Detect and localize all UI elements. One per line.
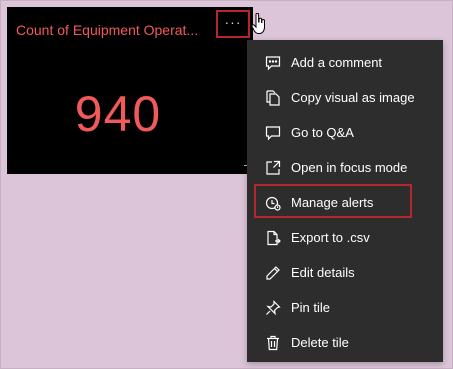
comment-icon	[263, 53, 283, 73]
menu-item-label: Manage alerts	[291, 195, 374, 210]
menu-item-add-comment[interactable]: Add a comment	[247, 45, 443, 80]
menu-item-export-csv[interactable]: Export to .csv	[247, 220, 443, 255]
menu-item-label: Delete tile	[291, 335, 349, 350]
pencil-icon	[263, 263, 283, 283]
tile-title: Count of Equipment Operat...	[16, 22, 199, 38]
export-file-icon	[263, 228, 283, 248]
menu-item-label: Copy visual as image	[291, 90, 415, 105]
menu-item-label: Pin tile	[291, 300, 331, 315]
menu-item-go-to-qa[interactable]: Go to Q&A	[247, 115, 443, 150]
menu-item-label: Open in focus mode	[291, 160, 408, 175]
menu-item-edit-details[interactable]: Edit details	[247, 255, 443, 290]
menu-item-label: Add a comment	[291, 55, 383, 70]
qa-icon	[263, 123, 283, 143]
context-menu: Add a comment Copy visual as image Go to…	[247, 40, 443, 362]
hand-cursor-icon	[251, 13, 265, 34]
copy-icon	[263, 88, 283, 108]
menu-item-label: Export to .csv	[291, 230, 370, 245]
menu-item-delete-tile[interactable]: Delete tile	[247, 325, 443, 360]
menu-item-manage-alerts[interactable]: Manage alerts	[247, 185, 443, 220]
menu-item-label: Edit details	[291, 265, 355, 280]
tile-value: 940	[74, 86, 162, 142]
menu-item-label: Go to Q&A	[291, 125, 354, 140]
menu-item-focus-mode[interactable]: Open in focus mode	[247, 150, 443, 185]
trash-icon	[263, 333, 283, 353]
alert-clock-icon	[263, 193, 283, 213]
more-options-button[interactable]: ···	[216, 10, 250, 38]
menu-item-pin-tile[interactable]: Pin tile	[247, 290, 443, 325]
focus-mode-icon	[263, 158, 283, 178]
pin-icon	[263, 298, 283, 318]
menu-item-copy-visual[interactable]: Copy visual as image	[247, 80, 443, 115]
